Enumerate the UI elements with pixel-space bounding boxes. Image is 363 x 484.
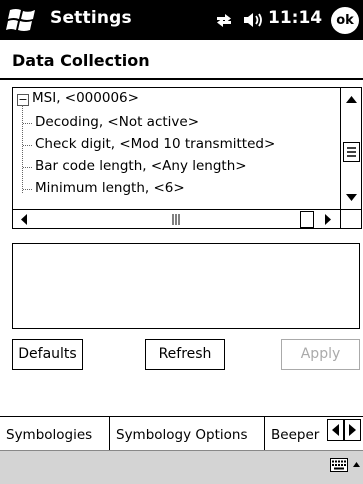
arrow-down-icon [346,194,357,201]
defaults-button[interactable]: Defaults [12,339,83,370]
app-title: Settings [50,8,132,28]
input-panel-arrow-icon[interactable] [352,460,361,470]
scroll-left-button[interactable] [13,210,35,228]
arrow-up-icon [346,96,357,103]
menu-bar [0,450,363,484]
refresh-button[interactable]: Refresh [145,339,225,370]
tab-symbologies[interactable]: Symbologies [0,417,110,450]
title-divider [0,78,363,80]
scroll-right-button[interactable] [317,210,339,228]
keyboard-icon[interactable] [330,458,348,472]
horizontal-scroll-thumb[interactable] [300,211,314,228]
tab-strip: Symbologies Symbology Options Beeper [0,416,363,451]
arrow-right-icon [349,424,356,436]
clock[interactable]: 11:14 [268,8,322,28]
tree-item-check-digit[interactable]: Check digit, <Mod 10 transmitted> [35,136,275,152]
grip-icon [347,147,356,157]
tab-scroll-left-button[interactable] [327,419,344,441]
connectivity-icon[interactable] [214,10,234,30]
grip-icon [172,214,180,225]
tree-item-decoding[interactable]: Decoding, <Not active> [35,114,199,130]
scroll-up-button[interactable] [341,88,361,110]
arrow-right-icon [325,214,331,225]
collapse-icon[interactable]: − [17,94,29,106]
tree-item-minimum-length[interactable]: Minimum length, <6> [35,180,185,196]
windows-start-icon[interactable] [6,6,40,34]
arrow-left-icon [332,424,339,436]
page-title: Data Collection [12,51,150,70]
tab-beeper[interactable]: Beeper [265,417,327,450]
horizontal-scrollbar[interactable] [13,209,340,228]
tab-scroll-right-button[interactable] [344,419,361,441]
tree-connector [22,105,23,193]
description-box [12,243,360,329]
arrow-left-icon [21,214,27,225]
volume-icon[interactable] [242,10,264,30]
apply-button[interactable]: Apply [281,339,360,370]
ok-button[interactable]: ok [331,7,359,34]
tab-symbology-options[interactable]: Symbology Options [110,417,265,450]
title-bar: Settings 11:14 ok [0,0,363,40]
scroll-down-button[interactable] [341,187,361,209]
tree-root-msi[interactable]: MSI, <000006> [32,90,139,106]
tree-item-bar-code-length[interactable]: Bar code length, <Any length> [35,158,247,174]
settings-tree[interactable]: − MSI, <000006> Decoding, <Not active> C… [12,87,362,229]
vertical-scroll-thumb[interactable] [343,142,360,162]
vertical-scrollbar[interactable] [340,88,361,209]
scrollbar-corner [340,209,361,228]
